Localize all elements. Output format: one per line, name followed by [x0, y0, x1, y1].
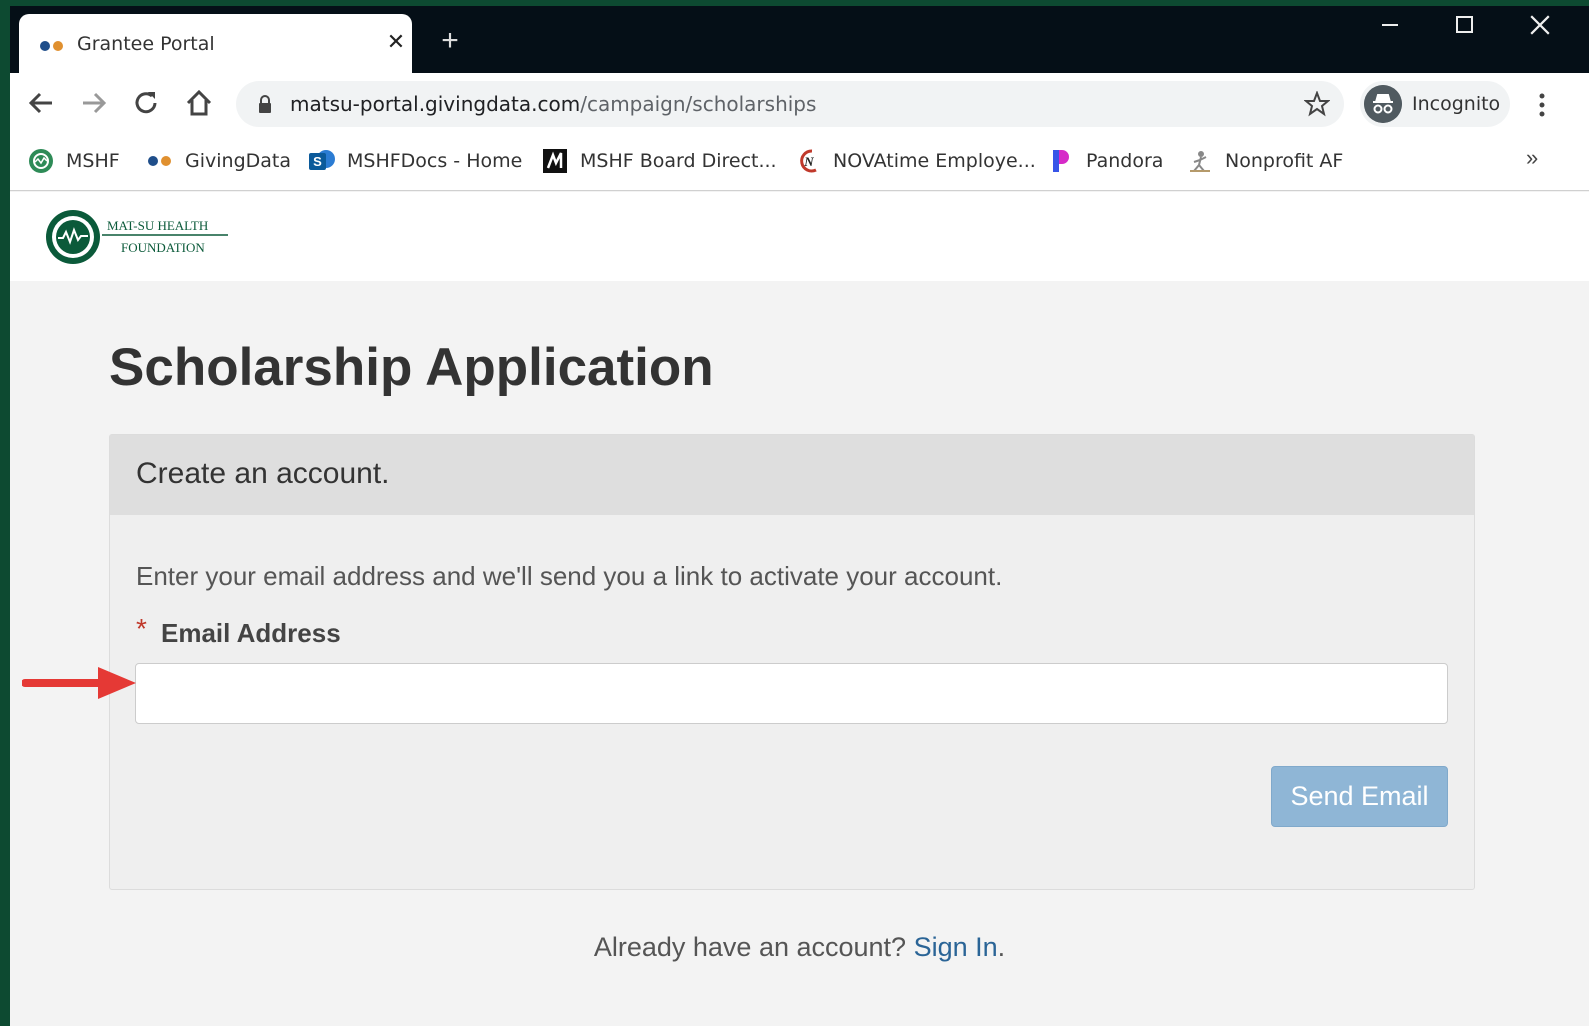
page-content: MAT-SU HEALTH FOUNDATION Scholarship App… — [10, 192, 1589, 1026]
board-direct-icon — [541, 147, 569, 175]
bookmark-mshfdocs-home[interactable]: S MSHFDocs - Home — [308, 146, 522, 176]
bookmark-label: MSHF — [66, 150, 120, 172]
url-path: /campaign/scholarships — [580, 92, 817, 116]
logo-line-1: MAT-SU HEALTH — [107, 218, 208, 233]
minimize-icon — [1382, 24, 1398, 26]
logo-line-2: FOUNDATION — [121, 240, 205, 255]
bookmark-pandora[interactable]: Pandora — [1047, 146, 1163, 176]
email-input[interactable] — [135, 663, 1448, 724]
nonprofit-af-icon — [1186, 147, 1214, 175]
mat-su-health-foundation-logo[interactable]: MAT-SU HEALTH FOUNDATION — [44, 206, 229, 268]
address-bar[interactable]: matsu-portal.givingdata.com/campaign/sch… — [236, 81, 1344, 127]
bookmark-mshf-board-direct[interactable]: MSHF Board Direct... — [541, 146, 777, 176]
pandora-icon — [1047, 147, 1075, 175]
bookmark-novatime[interactable]: N NOVAtime Employe... — [794, 146, 1036, 176]
home-icon[interactable] — [183, 87, 215, 119]
bookmark-label: MSHF Board Direct... — [580, 150, 777, 172]
bookmark-label: GivingData — [185, 150, 291, 172]
signin-suffix: . — [997, 932, 1006, 962]
card-header: Create an account. — [110, 435, 1474, 515]
title-bar: Grantee Portal ✕ + — [10, 6, 1589, 73]
bookmarks-bar: MSHF GivingData S MSHFDocs - Home MSHF B… — [10, 133, 1589, 191]
lock-icon[interactable] — [256, 94, 274, 114]
svg-text:N: N — [803, 154, 814, 169]
window-close-icon — [1530, 15, 1550, 35]
tab-title: Grantee Portal — [77, 33, 215, 55]
instructions-text: Enter your email address and we'll send … — [136, 561, 1003, 591]
svg-text:S: S — [313, 154, 322, 169]
back-arrow-icon[interactable] — [25, 87, 57, 119]
bookmark-star-icon[interactable] — [1304, 91, 1330, 117]
givingdata-favicon-icon — [40, 40, 66, 52]
site-header: MAT-SU HEALTH FOUNDATION — [10, 192, 1589, 281]
browser-window: Grantee Portal ✕ + matsu-portal.givingda… — [10, 6, 1589, 1026]
browser-toolbar: matsu-portal.givingdata.com/campaign/sch… — [10, 73, 1589, 133]
bookmark-label: Nonprofit AF — [1225, 150, 1344, 172]
forward-arrow-icon[interactable] — [78, 87, 110, 119]
sign-in-link[interactable]: Sign In — [914, 932, 998, 962]
reload-icon[interactable] — [130, 87, 162, 119]
bookmark-label: NOVAtime Employe... — [833, 150, 1036, 172]
mshf-icon — [27, 147, 55, 175]
sharepoint-icon: S — [308, 147, 336, 175]
send-email-button[interactable]: Send Email — [1271, 766, 1448, 827]
tab-grantee-portal[interactable]: Grantee Portal ✕ — [19, 14, 412, 73]
window-close-button[interactable] — [1510, 6, 1570, 44]
bookmark-label: MSHFDocs - Home — [347, 150, 523, 172]
card-title: Create an account. — [136, 457, 390, 490]
bookmarks-overflow-icon[interactable]: » — [1526, 145, 1538, 171]
annotation-arrow-icon — [22, 667, 136, 699]
bookmark-nonprofit-af[interactable]: Nonprofit AF — [1186, 146, 1343, 176]
create-account-card: Create an account. Enter your email addr… — [109, 434, 1475, 890]
signin-prompt-text: Already have an account? — [593, 932, 907, 962]
maximize-button[interactable] — [1435, 6, 1495, 44]
required-marker: * — [136, 613, 147, 644]
maximize-icon — [1456, 16, 1473, 33]
url-text[interactable]: matsu-portal.givingdata.com/campaign/sch… — [290, 92, 816, 116]
minimize-button[interactable] — [1360, 6, 1420, 44]
more-menu-icon[interactable] — [1532, 91, 1552, 119]
signin-prompt: Already have an account? Sign In. — [10, 932, 1589, 963]
incognito-badge[interactable]: Incognito — [1360, 81, 1510, 127]
url-domain: matsu-portal.givingdata.com — [290, 92, 581, 116]
incognito-icon — [1364, 85, 1402, 123]
incognito-label: Incognito — [1412, 93, 1501, 115]
novatime-icon: N — [794, 147, 822, 175]
page-title: Scholarship Application — [109, 338, 714, 397]
tab-close-icon[interactable]: ✕ — [383, 29, 409, 55]
bookmark-label: Pandora — [1086, 150, 1164, 172]
bookmark-mshf[interactable]: MSHF — [27, 146, 120, 176]
givingdata-icon — [146, 147, 174, 175]
bookmark-givingdata[interactable]: GivingData — [146, 146, 291, 176]
new-tab-button[interactable]: + — [435, 26, 465, 56]
email-label: Email Address — [161, 618, 341, 648]
